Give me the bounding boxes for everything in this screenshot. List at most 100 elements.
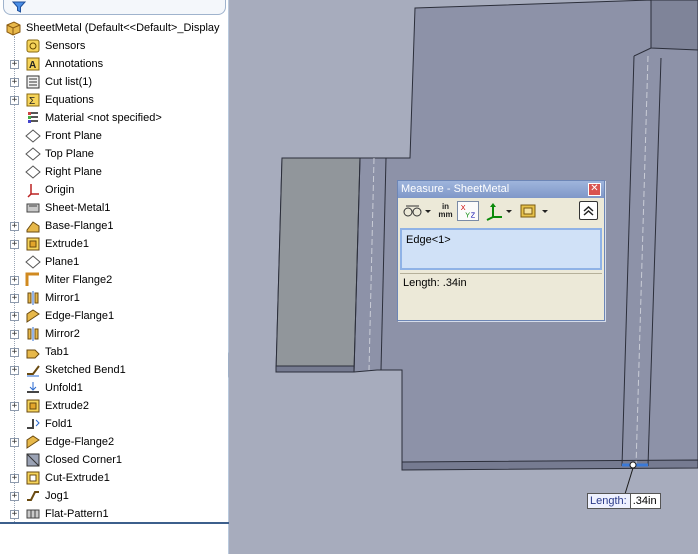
- tree-item-right-plane[interactable]: Right Plane: [0, 163, 229, 181]
- origin-icon: [27, 184, 39, 198]
- expand-icon[interactable]: +: [10, 240, 19, 249]
- tree-item-label: Annotations: [45, 58, 104, 70]
- tree-item-edge-flange1[interactable]: + Edge-Flange1: [0, 307, 229, 325]
- fold-icon: [27, 419, 40, 429]
- tree-item-label: Jog1: [45, 490, 69, 502]
- plane-icon: [25, 165, 41, 179]
- base-flange-icon: [26, 221, 40, 233]
- tree-item-label: Closed Corner1: [45, 454, 123, 466]
- measure-results: Length: .34in: [400, 273, 602, 319]
- expand-icon[interactable]: +: [10, 96, 19, 105]
- tree-bottom-separator: [0, 522, 229, 524]
- tree-item-label: Top Plane: [45, 148, 94, 160]
- length-callout: Length: .34in: [587, 493, 661, 509]
- tree-item-sensors[interactable]: Sensors: [0, 37, 229, 55]
- tree-item-mirror1[interactable]: + Mirror1: [0, 289, 229, 307]
- expand-icon[interactable]: +: [10, 438, 19, 447]
- tree-root-label: SheetMetal (Default<<Default>_Display: [26, 22, 220, 34]
- tree-item-mirror2[interactable]: + Mirror2: [0, 325, 229, 343]
- coordinate-system-icon[interactable]: [484, 201, 514, 221]
- expand-icon[interactable]: +: [10, 294, 19, 303]
- tree-item-label: Front Plane: [45, 130, 102, 142]
- part-icon: [6, 21, 21, 36]
- tree-item-sketched-bend1[interactable]: + Sketched Bend1: [0, 361, 229, 379]
- selections-list[interactable]: Edge<1>: [400, 228, 602, 270]
- flat-pattern-icon: [26, 509, 40, 519]
- tree-item-miter-flange2[interactable]: + Miter Flange2: [0, 271, 229, 289]
- tree-item-extrude1[interactable]: + Extrude1: [0, 235, 229, 253]
- tree-item-label: Tab1: [45, 346, 69, 358]
- expand-icon[interactable]: +: [10, 492, 19, 501]
- tree-item-edge-flange2[interactable]: + Edge-Flange2: [0, 433, 229, 451]
- cut-extrude-icon: [26, 471, 40, 485]
- extrude-icon: [26, 399, 40, 413]
- tree-item-label: Cut-Extrude1: [45, 472, 110, 484]
- tree-item-cut-extrude1[interactable]: + Cut-Extrude1: [0, 469, 229, 487]
- expand-icon[interactable]: +: [10, 366, 19, 375]
- close-icon[interactable]: ✕: [588, 183, 601, 196]
- callout-leader: [624, 467, 634, 495]
- tree-item-cut-list-1[interactable]: + Cut list(1): [0, 73, 229, 91]
- svg-text:A: A: [29, 60, 36, 71]
- tree-item-tab1[interactable]: + Tab1: [0, 343, 229, 361]
- tree-item-sheet-metal1[interactable]: Sheet-Metal1: [0, 199, 229, 217]
- expand-icon[interactable]: +: [10, 474, 19, 483]
- equations-icon: Σ: [26, 93, 40, 107]
- measure-titlebar[interactable]: Measure - SheetMetal ✕: [398, 181, 604, 198]
- tree-item-jog1[interactable]: + Jog1: [0, 487, 229, 505]
- svg-text:Σ: Σ: [29, 96, 35, 107]
- expand-icon[interactable]: +: [10, 222, 19, 231]
- tree-item-fold1[interactable]: Fold1: [0, 415, 229, 433]
- tree-item-extrude2[interactable]: + Extrude2: [0, 397, 229, 415]
- tree-item-top-plane[interactable]: Top Plane: [0, 145, 229, 163]
- expand-icon[interactable]: +: [10, 78, 19, 87]
- expand-icon[interactable]: +: [10, 276, 19, 285]
- tree-item-label: Material <not specified>: [45, 112, 162, 124]
- tree-item-annotations[interactable]: + A Annotations: [0, 55, 229, 73]
- tree-item-flat-pattern1[interactable]: + Flat-Pattern1: [0, 505, 229, 523]
- expand-icon[interactable]: +: [10, 60, 19, 69]
- plane-icon: [25, 147, 41, 161]
- filter-icon[interactable]: [12, 1, 26, 13]
- units-precision-button[interactable]: in mm: [437, 201, 454, 221]
- tree-item-equations[interactable]: + Σ Equations: [0, 91, 229, 109]
- tree-root-part[interactable]: SheetMetal (Default<<Default>_Display: [0, 19, 229, 37]
- tree-item-origin[interactable]: Origin: [0, 181, 229, 199]
- mirror-icon: [27, 327, 39, 341]
- tree-item-label: Right Plane: [45, 166, 102, 178]
- arc-circle-options-icon[interactable]: [402, 201, 432, 221]
- tree-item-unfold1[interactable]: Unfold1: [0, 379, 229, 397]
- expand-icon[interactable]: +: [10, 348, 19, 357]
- unfold-icon: [27, 382, 39, 393]
- tab-icon: [26, 349, 40, 359]
- expand-icon[interactable]: +: [10, 312, 19, 321]
- chevron-up-icon: [583, 205, 594, 216]
- tree-item-base-flange1[interactable]: + Base-Flange1: [0, 217, 229, 235]
- tree-item-plane1[interactable]: Plane1: [0, 253, 229, 271]
- collapse-dialog-button[interactable]: [579, 201, 598, 220]
- material-icon: [28, 112, 38, 123]
- callout-value: .34in: [632, 495, 657, 507]
- tree-item-material-not-specified[interactable]: Material <not specified>: [0, 109, 229, 127]
- expand-icon[interactable]: +: [10, 330, 19, 339]
- tree-item-label: Edge-Flange1: [45, 310, 115, 322]
- selection-item-edge[interactable]: Edge<1>: [406, 234, 451, 247]
- plane-icon: [25, 129, 41, 143]
- measure-dialog[interactable]: Measure - SheetMetal ✕ in mm X Y Z Edge<…: [397, 180, 605, 321]
- tree-item-closed-corner1[interactable]: Closed Corner1: [0, 451, 229, 469]
- sheet-metal-icon: [26, 203, 40, 213]
- extrude-icon: [26, 237, 40, 251]
- xyz-icon[interactable]: X Y Z: [457, 201, 479, 221]
- svg-text:Y: Y: [465, 210, 470, 219]
- expand-icon[interactable]: +: [10, 402, 19, 411]
- tree-item-label: Sheet-Metal1: [45, 202, 111, 214]
- expand-icon[interactable]: +: [10, 510, 19, 519]
- sketched-bend-icon: [27, 365, 40, 377]
- projection-on-icon[interactable]: [518, 201, 550, 221]
- feature-manager-tree: SheetMetal (Default<<Default>_Display Se…: [0, 0, 229, 554]
- plane-icon: [25, 255, 41, 269]
- callout-label: Length:: [588, 494, 631, 508]
- tree-filter-bar[interactable]: [3, 0, 226, 15]
- tree-item-label: Plane1: [45, 256, 80, 268]
- tree-item-front-plane[interactable]: Front Plane: [0, 127, 229, 145]
